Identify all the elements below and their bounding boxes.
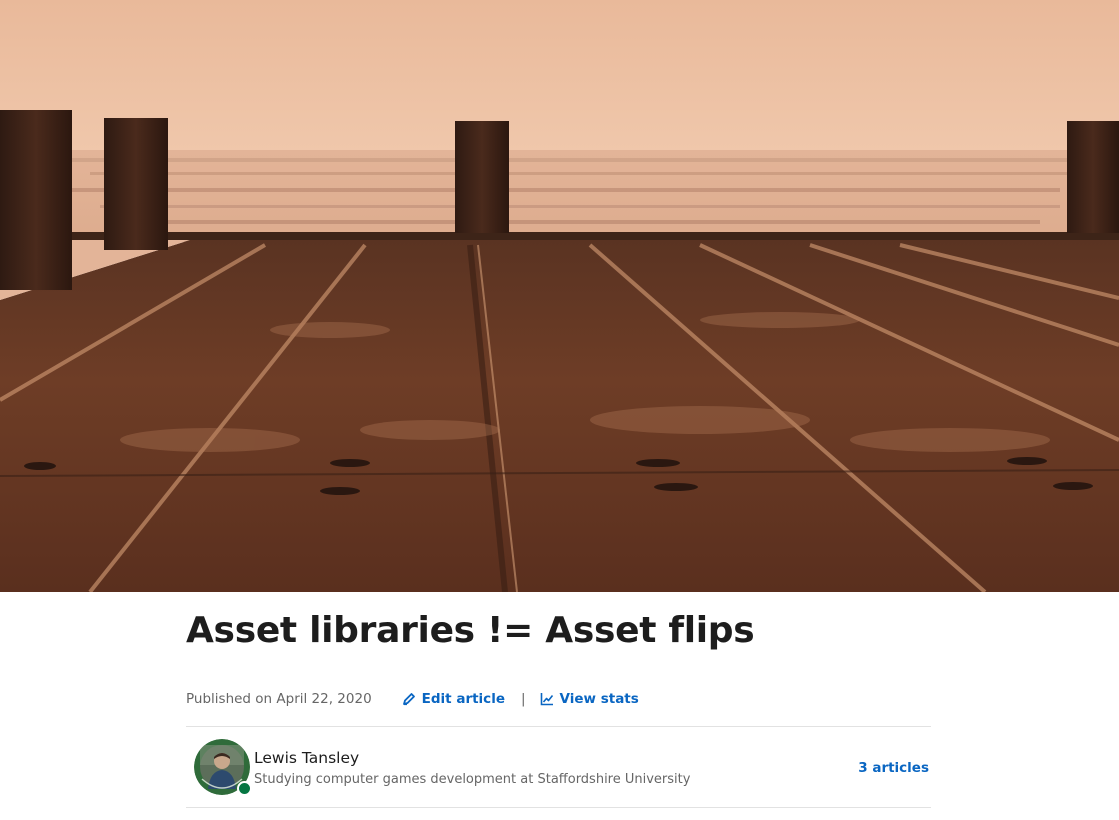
edit-article-label: Edit article — [421, 691, 505, 707]
online-status-indicator — [237, 781, 252, 796]
pencil-icon — [402, 693, 415, 706]
author-name[interactable]: Lewis Tansley — [254, 749, 359, 767]
hero-image — [0, 0, 1119, 592]
author-card: Lewis Tansley Studying computer games de… — [186, 739, 931, 797]
meta-separator: | — [520, 691, 526, 707]
view-stats-label: View stats — [559, 691, 639, 707]
published-date: Published on April 22, 2020 — [186, 691, 372, 707]
author-articles-link[interactable]: 3 articles — [858, 760, 929, 776]
article-meta: Published on April 22, 2020 Edit article… — [186, 689, 639, 709]
line-chart-icon — [540, 693, 553, 706]
divider-bottom — [186, 807, 931, 808]
divider-top — [186, 726, 931, 727]
author-headline: Studying computer games development at S… — [254, 772, 691, 787]
article-title: Asset libraries != Asset flips — [186, 610, 755, 651]
edit-article-link[interactable]: Edit article — [402, 691, 505, 707]
view-stats-link[interactable]: View stats — [540, 691, 639, 707]
